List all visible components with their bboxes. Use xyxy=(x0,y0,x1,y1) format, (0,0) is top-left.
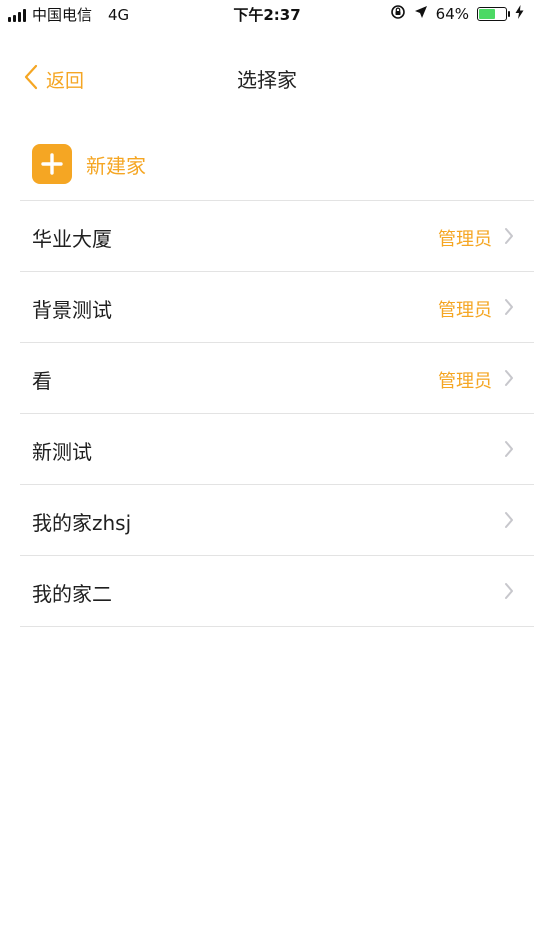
battery-icon xyxy=(477,7,510,21)
charging-bolt-icon xyxy=(515,5,524,23)
chevron-right-icon xyxy=(504,227,514,249)
home-name: 我的家二 xyxy=(32,582,112,606)
new-home-button[interactable]: 新建家 xyxy=(32,144,146,184)
chevron-right-icon xyxy=(504,298,514,320)
home-list: 华业大厦 管理员 背景测试 管理员 看 管理员 新测试 我的家zhsj 我的家二 xyxy=(20,200,534,627)
home-row[interactable]: 我的家zhsj xyxy=(20,485,534,556)
home-row[interactable]: 背景测试 管理员 xyxy=(20,272,534,343)
new-home-label: 新建家 xyxy=(86,153,146,178)
location-arrow-icon xyxy=(414,5,428,23)
home-name: 新测试 xyxy=(32,440,92,464)
home-name: 华业大厦 xyxy=(32,227,112,251)
home-row[interactable]: 看 管理员 xyxy=(20,343,534,414)
rotation-lock-icon xyxy=(390,4,406,24)
battery-level xyxy=(479,9,495,19)
chevron-right-icon xyxy=(504,369,514,391)
role-badge: 管理员 xyxy=(438,371,492,392)
status-right: 64% xyxy=(390,4,524,24)
chevron-right-icon xyxy=(504,582,514,604)
home-row[interactable]: 华业大厦 管理员 xyxy=(20,201,534,272)
plus-icon xyxy=(32,144,72,184)
chevron-right-icon xyxy=(504,511,514,533)
role-badge: 管理员 xyxy=(438,300,492,321)
page-title: 选择家 xyxy=(237,68,297,92)
home-name: 背景测试 xyxy=(32,298,112,322)
status-bar: 中国电信 4G 下午2:37 64% xyxy=(0,0,534,30)
chevron-right-icon xyxy=(504,440,514,462)
navigation-bar: 返回 选择家 xyxy=(0,48,534,108)
home-name: 看 xyxy=(32,369,52,393)
role-badge: 管理员 xyxy=(438,229,492,250)
home-name: 我的家zhsj xyxy=(32,511,132,535)
home-row[interactable]: 新测试 xyxy=(20,414,534,485)
battery-percent: 64% xyxy=(435,5,469,23)
home-row[interactable]: 我的家二 xyxy=(20,556,534,627)
